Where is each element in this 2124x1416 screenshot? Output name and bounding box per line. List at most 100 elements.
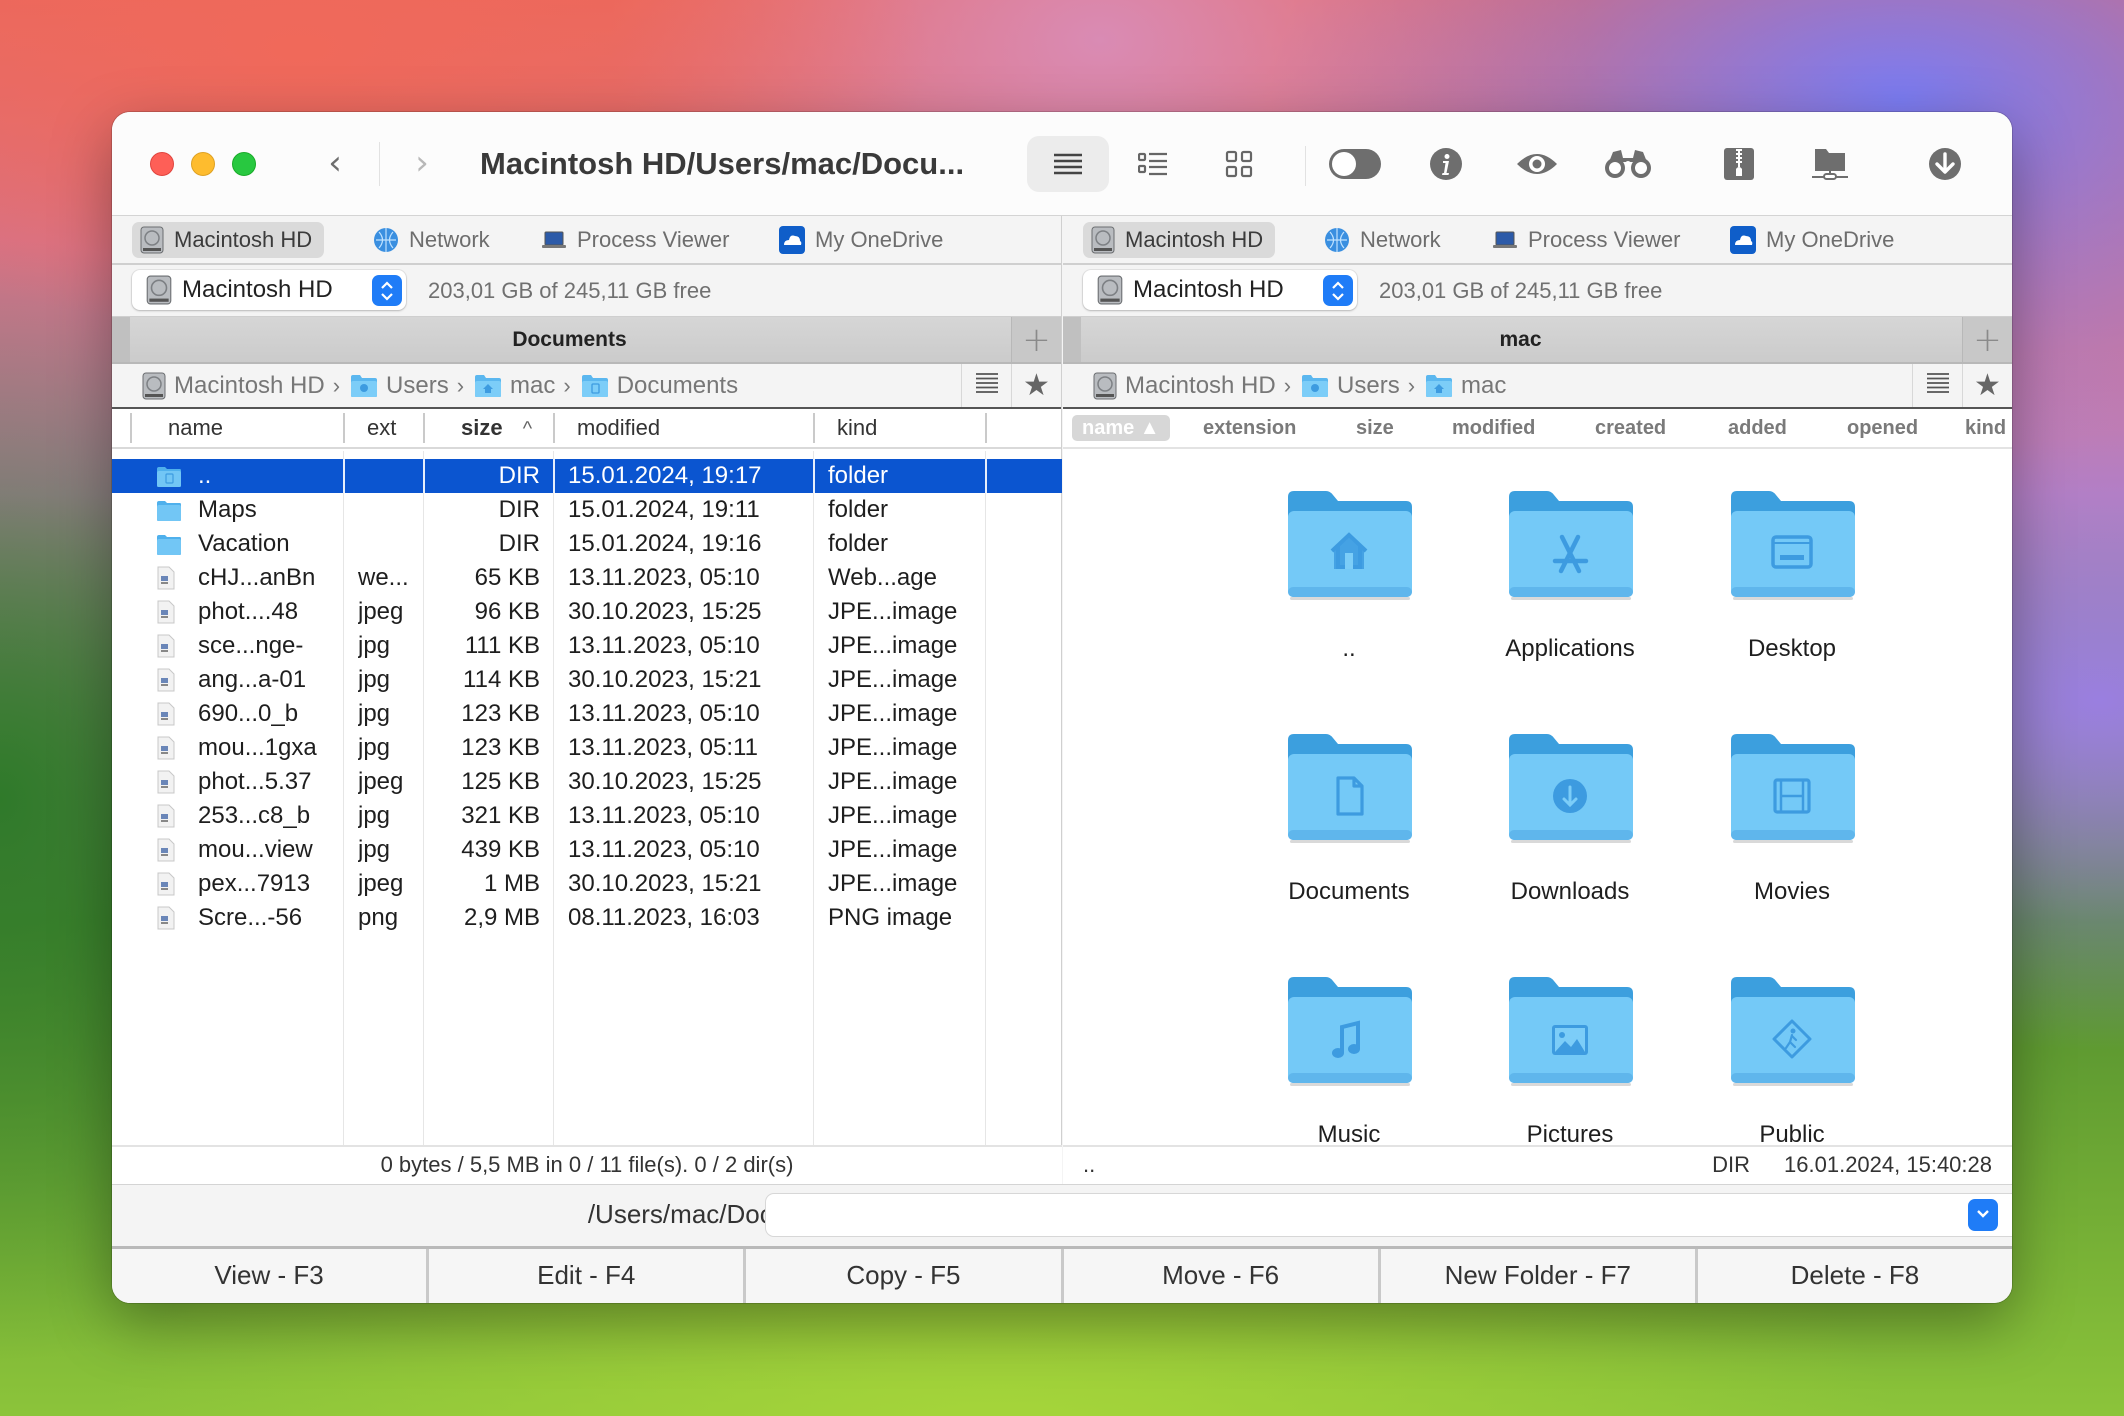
crumb-documents[interactable]: Documents	[581, 372, 738, 400]
column-header-modified[interactable]: modified	[553, 413, 813, 443]
toolbar: ‹ › Macintosh HD/Users/mac/Docu...	[112, 112, 2012, 216]
command-history-dropdown[interactable]	[1968, 1199, 1998, 1231]
left-file-list[interactable]: .. DIR 15.01.2024, 19:17 folder Maps DIR 15.01…	[112, 451, 1062, 1146]
list-view-button[interactable]	[1027, 136, 1109, 192]
fkey-edit-button[interactable]: Edit - F4	[429, 1249, 747, 1303]
command-line-bar: /Users/mac/Documents	[112, 1184, 2012, 1246]
left-pane-title[interactable]: Documents	[130, 317, 1009, 362]
zoom-button[interactable]	[232, 152, 256, 176]
column-header-ext[interactable]: ext	[343, 413, 423, 443]
file-row[interactable]: 690...0_b jpg 123 KB 13.11.2023, 05:10 JPE..…	[112, 697, 1062, 731]
add-tab-button[interactable]: +	[1011, 317, 1061, 362]
left-free-space: 203,01 GB of 245,11 GB free	[428, 278, 712, 303]
chevron-right-icon: ›	[456, 372, 465, 398]
right-tab-process-viewer[interactable]: Process Viewer	[1484, 222, 1692, 258]
forward-button[interactable]: ›	[402, 144, 442, 184]
back-button[interactable]: ‹	[315, 144, 355, 184]
file-ext: jpg	[358, 734, 391, 761]
crumb-users[interactable]: Users	[350, 372, 449, 400]
file-row[interactable]: pex...7913 jpeg 1 MB 30.10.2023, 15:21 JPE..…	[112, 867, 1062, 901]
column-header-opened[interactable]: opened	[1847, 415, 1918, 441]
column-header-modified[interactable]: modified	[1452, 415, 1535, 441]
file-row[interactable]: cHJ...anBn we... 65 KB 13.11.2023, 05:10 Web…	[112, 561, 1062, 595]
file-row[interactable]: Scre...-56 png 2,9 MB 08.11.2023, 16:03 PNG …	[112, 901, 1062, 935]
column-header-added[interactable]: added	[1728, 415, 1787, 441]
left-tab-network[interactable]: Network	[365, 222, 502, 258]
crumb-label: Users	[1337, 371, 1400, 399]
crumb-users[interactable]: Users	[1301, 372, 1400, 400]
grid-folder-item[interactable]: Downloads	[1460, 732, 1680, 932]
grid-folder-item[interactable]: ..	[1239, 489, 1459, 689]
find-files-button[interactable]	[1600, 136, 1656, 192]
command-input[interactable]	[766, 1194, 2012, 1236]
file-kind: PNG image	[828, 904, 953, 931]
network-connect-button[interactable]	[1802, 136, 1858, 192]
fkey-new-folder-button[interactable]: New Folder - F7	[1381, 1249, 1698, 1303]
archive-button[interactable]	[1711, 136, 1767, 192]
left-tab-onedrive[interactable]: My OneDrive	[771, 222, 955, 258]
file-row[interactable]: 253...c8_b jpg 321 KB 13.11.2023, 05:10 JPE.…	[112, 799, 1062, 833]
file-row[interactable]: mou...view jpg 439 KB 13.11.2023, 05:10 JPE.…	[112, 833, 1062, 867]
right-tab-onedrive[interactable]: My OneDrive	[1722, 222, 1906, 258]
laptop-icon	[541, 230, 567, 250]
file-row[interactable]: ang...a-01 jpg 114 KB 30.10.2023, 15:21 JPE.…	[112, 663, 1062, 697]
column-header-kind[interactable]: kind	[813, 413, 985, 443]
file-ext: png	[358, 904, 399, 931]
fkey-move-button[interactable]: Move - F6	[1064, 1249, 1381, 1303]
right-icon-grid[interactable]: .. Applications Desktop Documents Downloads M…	[1063, 451, 2012, 1146]
bookmark-list-button[interactable]	[1912, 364, 1962, 407]
file-row[interactable]: phot....48 jpeg 96 KB 30.10.2023, 15:25 JPE.…	[112, 595, 1062, 629]
column-header-kind[interactable]: kind	[1965, 415, 2006, 441]
left-drive-selector[interactable]: Macintosh HD	[132, 270, 406, 310]
right-pane-title[interactable]: mac	[1081, 317, 1960, 362]
file-row[interactable]: Maps DIR 15.01.2024, 19:11 folder	[112, 493, 1062, 527]
file-row[interactable]: phot...5.37 jpeg 125 KB 30.10.2023, 15:25 JP…	[112, 765, 1062, 799]
column-header-size[interactable]: size	[1356, 415, 1394, 441]
fkey-copy-button[interactable]: Copy - F5	[746, 1249, 1064, 1303]
grid-folder-item[interactable]: Applications	[1460, 489, 1680, 689]
crumb-macintosh-hd[interactable]: Macintosh HD	[1093, 372, 1276, 400]
column-header-created[interactable]: created	[1595, 415, 1666, 441]
documents-folder-icon	[581, 374, 609, 398]
grid-view-button[interactable]	[1211, 136, 1267, 192]
grid-folder-item[interactable]: Pictures	[1460, 975, 1680, 1146]
crumb-mac[interactable]: mac	[474, 372, 555, 400]
favorite-button[interactable]: ★	[1011, 364, 1061, 407]
file-row[interactable]: sce...nge-jpg 111 KB 13.11.2023, 05:10 JPE.…	[112, 629, 1062, 663]
fkey-delete-button[interactable]: Delete - F8	[1698, 1249, 2012, 1303]
left-tab-macintosh-hd[interactable]: Macintosh HD	[132, 222, 325, 258]
toggle-hidden-files-button[interactable]	[1327, 136, 1383, 192]
grid-folder-item[interactable]: Music	[1239, 975, 1459, 1146]
fkey-view-button[interactable]: View - F3	[112, 1249, 430, 1303]
column-header-name[interactable]: name ▲	[1072, 415, 1170, 441]
column-header-name[interactable]: name	[130, 413, 343, 443]
crumb-macintosh-hd[interactable]: Macintosh HD	[142, 372, 325, 400]
grid-folder-item[interactable]: Documents	[1239, 732, 1459, 932]
file-row[interactable]: Vacation DIR 15.01.2024, 19:16 folder	[112, 527, 1062, 561]
grid-folder-item[interactable]: Desktop	[1682, 489, 1902, 689]
close-button[interactable]	[150, 152, 174, 176]
file-size: 321 KB	[461, 802, 540, 829]
crumb-mac[interactable]: mac	[1425, 372, 1506, 400]
favorite-button[interactable]: ★	[1962, 364, 2012, 407]
column-header-size[interactable]: size ^	[423, 413, 553, 443]
left-tab-process-viewer[interactable]: Process Viewer	[533, 222, 741, 258]
bookmark-list-button[interactable]	[961, 364, 1011, 407]
right-tab-network[interactable]: Network	[1316, 222, 1453, 258]
home-folder-icon	[1286, 489, 1414, 606]
file-row[interactable]: mou...1gxa jpg 123 KB 13.11.2023, 05:11 JPE.…	[112, 731, 1062, 765]
grid-folder-item[interactable]: Movies	[1682, 732, 1902, 932]
download-button[interactable]	[1917, 136, 1973, 192]
minimize-button[interactable]	[191, 152, 215, 176]
right-tab-macintosh-hd[interactable]: Macintosh HD	[1083, 222, 1276, 258]
column-header-extension[interactable]: extension	[1203, 415, 1296, 441]
detail-view-button[interactable]	[1125, 136, 1181, 192]
chevron-right-icon: ›	[332, 372, 341, 398]
right-drive-selector[interactable]: Macintosh HD	[1083, 270, 1357, 310]
quick-look-button[interactable]	[1509, 136, 1565, 192]
file-row[interactable]: .. DIR 15.01.2024, 19:17 folder	[112, 459, 1062, 493]
add-tab-button[interactable]: +	[1962, 317, 2012, 362]
users-folder-icon	[350, 374, 378, 398]
grid-folder-item[interactable]: Public	[1682, 975, 1902, 1146]
info-button[interactable]	[1418, 136, 1474, 192]
